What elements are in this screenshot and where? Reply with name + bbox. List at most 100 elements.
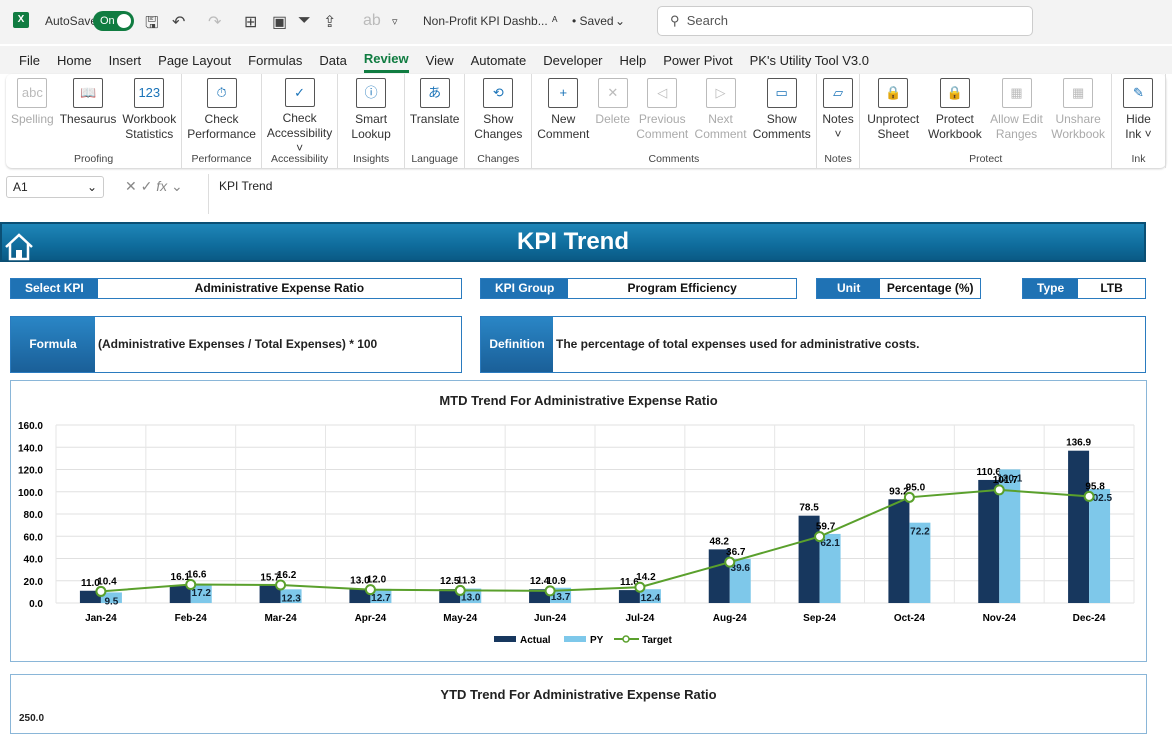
group-label: Language	[411, 153, 459, 165]
button-label: Smart Lookup	[351, 112, 391, 141]
button-label: Unshare Workbook	[1051, 112, 1106, 141]
unshare-workbook-button[interactable]: ▦ Unshare Workbook	[1047, 78, 1109, 152]
y-tick-label: 120.0	[18, 466, 43, 477]
menu-tab-view[interactable]: View	[426, 49, 454, 72]
legend-swatch-actual	[494, 636, 516, 642]
previous-comment-button[interactable]: ◁ Previous Comment	[633, 78, 691, 152]
notes-button[interactable]: ▱ Notes ˅	[819, 78, 858, 152]
x-tick-label: Aug-24	[713, 613, 747, 624]
hide-ink-button[interactable]: ✎ Hide Ink ˅	[1114, 78, 1163, 152]
x-tick-label: Oct-24	[894, 613, 926, 624]
data-label-py: 72.2	[910, 527, 930, 538]
allow-edit-ranges-button[interactable]: ▦ Allow Edit Ranges	[986, 78, 1048, 152]
menu-tab-file[interactable]: File	[19, 49, 40, 72]
saved-status[interactable]: • Saved	[572, 14, 614, 28]
button-label: Notes ˅	[822, 112, 854, 141]
check-accessibility-button[interactable]: ✓ Check Accessibility ˅	[264, 78, 335, 155]
menu-tab-automate[interactable]: Automate	[471, 49, 527, 72]
button-label: Unprotect Sheet	[867, 112, 920, 141]
button-label: Check Performance	[187, 112, 256, 141]
protect-workbook-button[interactable]: 🔒 Protect Workbook	[924, 78, 986, 152]
button-label: Previous Comment	[636, 112, 689, 141]
new-comment-button[interactable]: + New Comment	[534, 78, 592, 152]
next-comment-button[interactable]: ▷ Next Comment	[691, 78, 749, 152]
ribbon: abc Spelling 📖 Thesaurus 123 Workbook Statist…	[6, 74, 1166, 168]
data-label-target: 95.0	[906, 482, 926, 493]
redo-icon[interactable]: ↷	[208, 12, 221, 32]
y-tick-label: 80.0	[24, 510, 44, 521]
cancel-icon[interactable]: ✕ ✓ fx ⌄	[125, 178, 183, 195]
target-marker	[95, 585, 107, 597]
translate-button[interactable]: あ Translate	[407, 78, 463, 152]
menu-tab-formulas[interactable]: Formulas	[248, 49, 302, 72]
menu-tab-pk-s-utility-tool-v3-0[interactable]: PK's Utility Tool V3.0	[750, 49, 869, 72]
delete-button[interactable]: ✕ Delete	[592, 78, 633, 152]
mtd-trend-chart[interactable]: MTD Trend For Administrative Expense Rat…	[10, 380, 1147, 662]
name-box[interactable]: A1 ⌄	[6, 176, 104, 198]
menu-tab-data[interactable]: Data	[319, 49, 346, 72]
y-tick-label: 160.0	[18, 421, 43, 432]
select-kpi-dropdown[interactable]: Select KPI Administrative Expense Ratio	[10, 278, 462, 299]
ribbon-group-protect: 🔒 Unprotect Sheet 🔒 Protect Workbook ▦ Allow …	[860, 74, 1112, 168]
ribbon-group-insights: ⓘ Smart Lookup Insights	[338, 74, 405, 168]
menu-tab-power-pivot[interactable]: Power Pivot	[663, 49, 732, 72]
fx-icon[interactable]: fx	[156, 178, 167, 194]
button-label: Allow Edit Ranges	[990, 112, 1043, 141]
menu-tab-help[interactable]: Help	[620, 49, 647, 72]
x-tick-label: Jan-24	[85, 613, 117, 624]
y-tick-label: 100.0	[18, 488, 43, 499]
ytd-trend-chart[interactable]: YTD Trend For Administrative Expense Rat…	[10, 674, 1147, 734]
select-kpi-value[interactable]: Administrative Expense Ratio	[98, 279, 461, 298]
legend-swatch-py	[564, 636, 586, 642]
notes-icon: ▱	[823, 78, 854, 108]
share-people-icon[interactable]: ᴬ	[552, 14, 557, 28]
undo-icon[interactable]: ↶	[172, 12, 185, 32]
bar-py	[1089, 488, 1111, 603]
spelling-icon[interactable]: ab	[363, 12, 381, 30]
ribbon-group-ink: ✎ Hide Ink ˅ Ink	[1112, 74, 1166, 168]
filter-icon[interactable]: ⏷	[298, 12, 311, 30]
menu-tab-review[interactable]: Review	[363, 47, 409, 73]
target-marker	[1083, 490, 1095, 502]
check-performance-button[interactable]: ⏱ Check Performance	[184, 78, 259, 152]
data-label-py: 12.3	[281, 593, 301, 604]
show-icon: ⟲	[483, 78, 514, 108]
smart-icon: ⓘ	[356, 78, 387, 108]
legend-label: Target	[642, 635, 672, 646]
autosave-label: AutoSave	[45, 14, 98, 28]
data-label-target: 12.0	[367, 575, 387, 586]
x-tick-label: May-24	[443, 613, 477, 624]
menu-tab-page-layout[interactable]: Page Layout	[158, 49, 231, 72]
home-icon[interactable]	[4, 232, 34, 262]
borders-icon[interactable]: ⊞	[244, 12, 257, 32]
group-label: Changes	[477, 153, 520, 165]
search-input[interactable]: ⚲ Search	[657, 6, 1033, 36]
customize-icon[interactable]: ▿	[392, 15, 398, 28]
share-icon[interactable]: ⇪	[323, 12, 336, 32]
save-icon[interactable]: 🖫	[145, 12, 159, 39]
next-icon: ▷	[705, 78, 736, 108]
chevron-down-icon[interactable]: ⌄	[615, 14, 625, 28]
camera-icon[interactable]: ▣	[272, 12, 287, 32]
unprotect-sheet-button[interactable]: 🔒 Unprotect Sheet	[862, 78, 924, 152]
data-label-target: 101.7	[993, 475, 1018, 486]
thesaurus-button[interactable]: 📖 Thesaurus	[57, 78, 120, 152]
smart-lookup-button[interactable]: ⓘ Smart Lookup	[340, 78, 402, 152]
menu-tab-home[interactable]: Home	[57, 49, 92, 72]
menu-bar: File Home Insert Page Layout Formulas Data Rev…	[0, 46, 1172, 74]
show-changes-button[interactable]: ⟲ Show Changes	[467, 78, 529, 152]
show-comments-button[interactable]: ▭ Show Comments	[750, 78, 814, 152]
type-field: Type LTB	[1022, 278, 1146, 299]
menu-tab-insert[interactable]: Insert	[109, 49, 142, 72]
button-label: Spelling	[11, 112, 54, 126]
data-label-actual: 78.5	[799, 503, 819, 514]
autosave-toggle[interactable]: On	[93, 11, 134, 31]
formula-input[interactable]: KPI Trend	[208, 174, 1172, 214]
workbook-statistics-button[interactable]: 123 Workbook Statistics	[119, 78, 179, 152]
spelling-button[interactable]: abc Spelling	[8, 78, 57, 152]
chevron-down-icon[interactable]: ⌄	[87, 180, 97, 194]
group-label: Comments	[648, 153, 700, 165]
check-icon: ⏱	[206, 78, 237, 108]
worksheet: KPI Trend Select KPI Administrative Expen…	[0, 216, 1172, 734]
menu-tab-developer[interactable]: Developer	[543, 49, 602, 72]
